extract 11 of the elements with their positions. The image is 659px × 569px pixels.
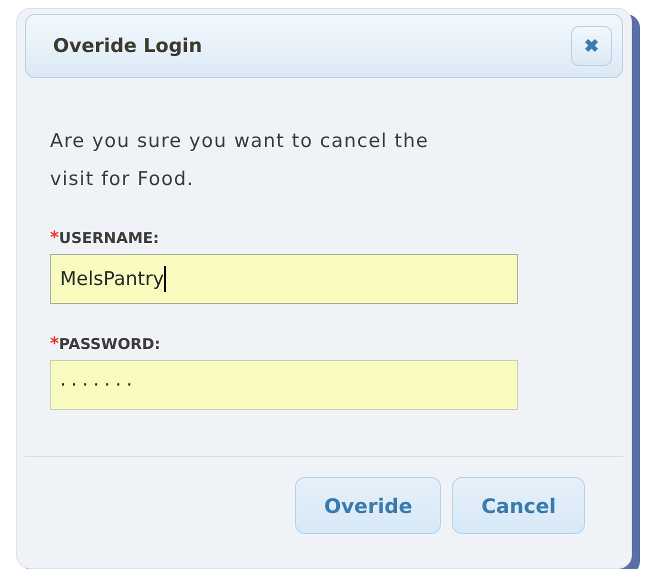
cancel-button[interactable]: Cancel (452, 477, 585, 534)
confirmation-message: Are you sure you want to cancel the visit for Food. (50, 129, 430, 192)
input-field[interactable]: MelsPantry (50, 254, 518, 304)
dialog-title: Overide Login (53, 35, 202, 57)
field-label: PASSWORD: (58, 335, 160, 353)
required-mark: * (50, 228, 59, 248)
input-field[interactable]: ······· (50, 360, 518, 410)
override-button[interactable]: Overide (295, 477, 442, 534)
field-label: USERNAME: (58, 229, 160, 247)
close-button[interactable]: ✖ (571, 26, 612, 66)
required-mark: * (50, 334, 59, 354)
